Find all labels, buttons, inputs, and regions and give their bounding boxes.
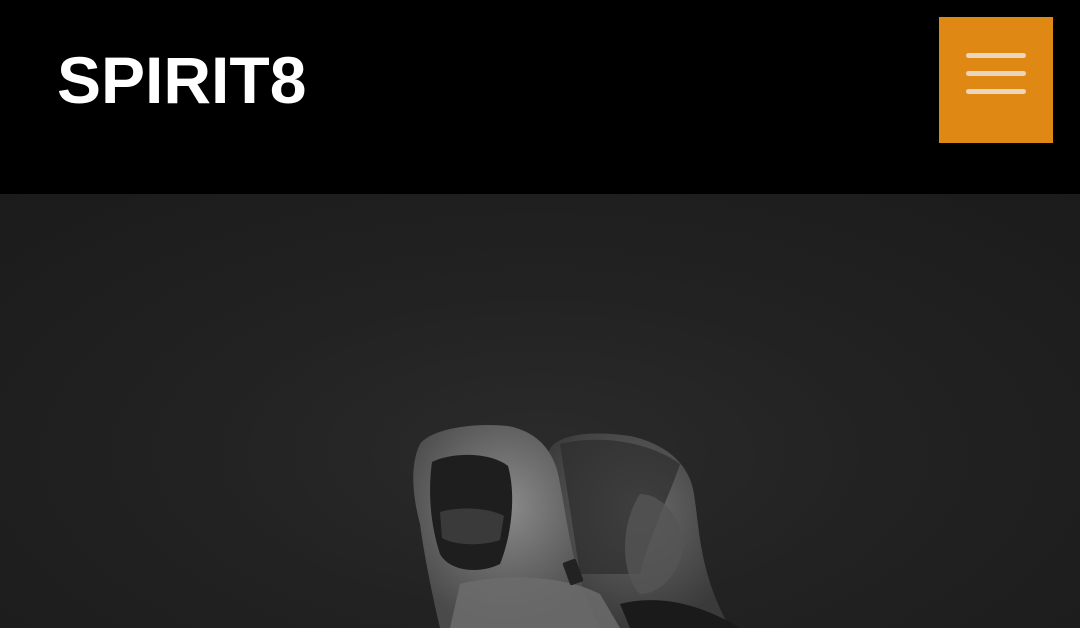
menu-button[interactable]: [939, 17, 1053, 143]
hamburger-menu-icon: [966, 53, 1026, 58]
hamburger-menu-icon-bar: [966, 89, 1026, 94]
hooded-hikers-image: [413, 424, 740, 628]
hamburger-menu-icon-bar: [966, 71, 1026, 76]
hero-image: [0, 194, 1080, 628]
site-header: SPIRIT8: [0, 0, 1080, 194]
brand-logo[interactable]: SPIRIT8: [57, 40, 306, 120]
